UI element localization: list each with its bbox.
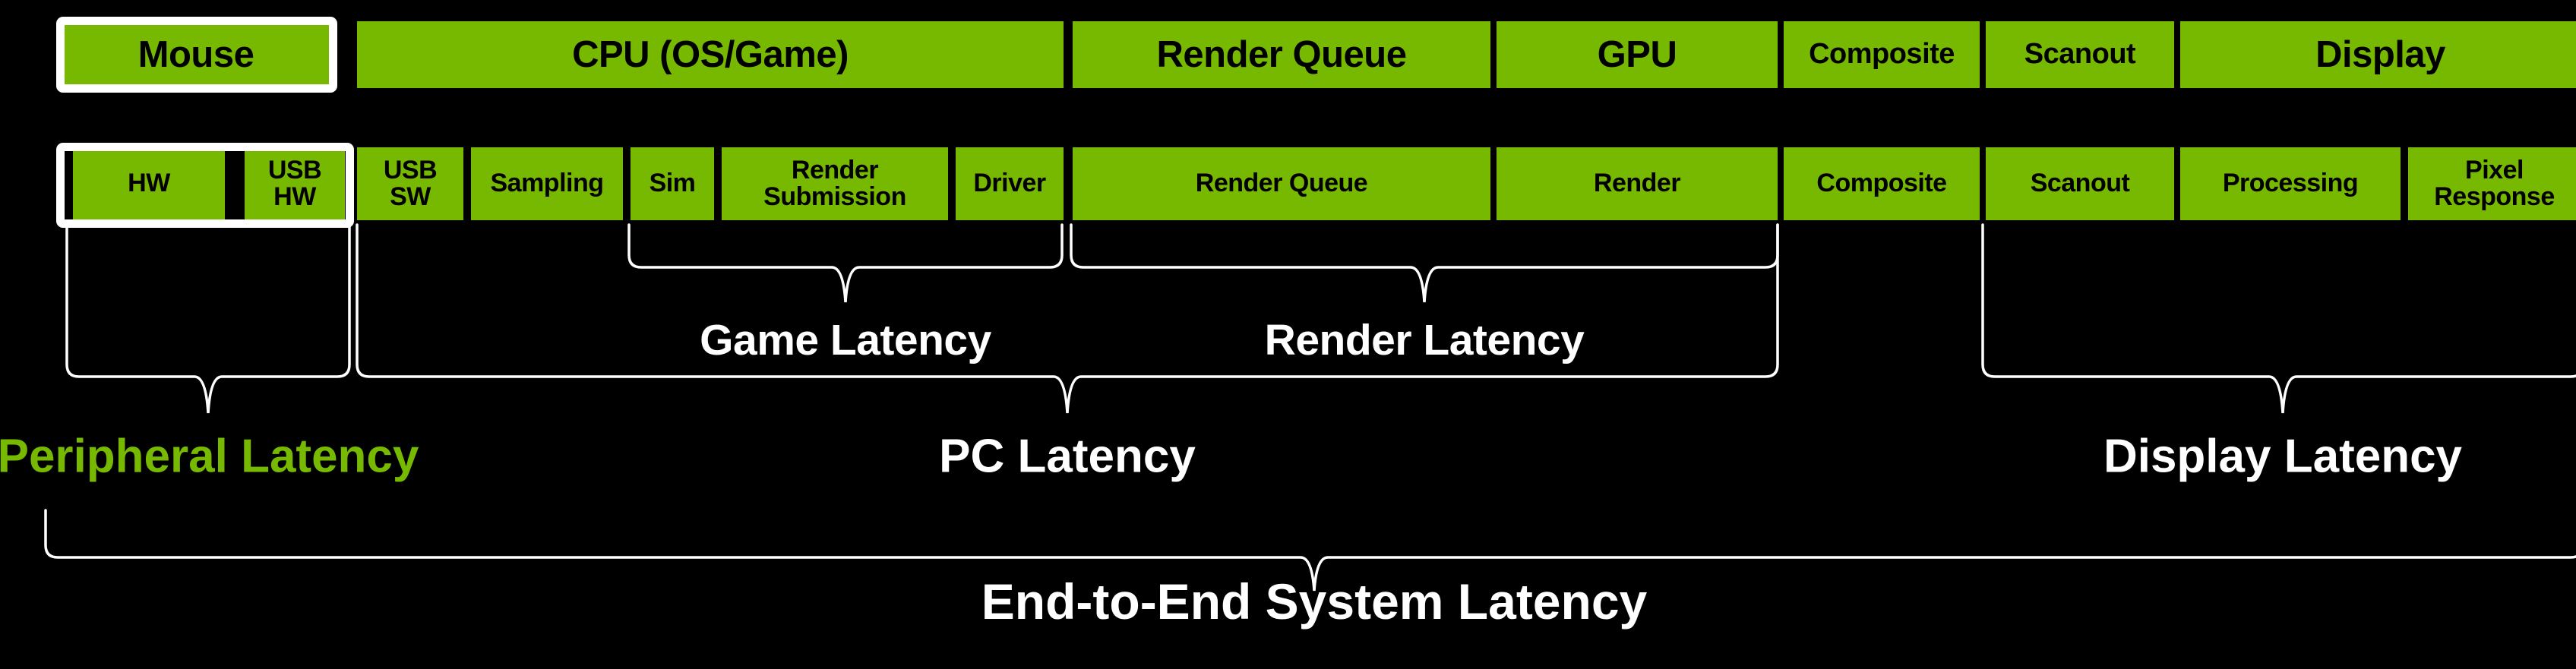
row2-sim: Sim (631, 147, 714, 220)
row1-composite: Composite (1784, 21, 1980, 88)
row2-hw: HW (73, 147, 225, 220)
stage-label: Sim (649, 169, 696, 198)
row2-render-queue: Render Queue (1073, 147, 1490, 220)
stage-label: Sampling (490, 169, 604, 198)
row2-render: Render (1497, 147, 1778, 220)
label-game-latency: Game Latency (700, 316, 991, 364)
stage-label: Render Submission (763, 155, 906, 211)
stage-label: GPU (1597, 33, 1677, 75)
stage-label: Render (1593, 169, 1681, 198)
row2-render-submission: Render Submission (722, 147, 948, 220)
stage-label: Mouse (137, 33, 254, 75)
label-peripheral-latency: Peripheral Latency (0, 430, 419, 483)
row1-scanout: Scanout (1986, 21, 2174, 88)
row2-processing: Processing (2180, 147, 2401, 220)
label-display-latency: Display Latency (2103, 430, 2463, 483)
latency-pipeline-diagram: Mouse CPU (OS/Game) Render Queue GPU Composi… (0, 0, 2576, 669)
stage-label: Render Queue (1156, 33, 1407, 75)
stage-label: CPU (OS/Game) (572, 33, 849, 75)
row1-mouse: Mouse (61, 21, 331, 88)
row2-sampling: Sampling (471, 147, 623, 220)
row1-render-queue: Render Queue (1073, 21, 1490, 88)
stage-label: Scanout (2030, 169, 2130, 198)
row1-gpu: GPU (1497, 21, 1778, 88)
label-pc-latency: PC Latency (939, 430, 1196, 483)
row2-usb-sw: USB SW (357, 147, 463, 220)
row2-usb-hw: USB HW (245, 147, 345, 220)
stage-label: Render Queue (1195, 169, 1368, 198)
stage-label: Processing (2222, 169, 2359, 198)
stage-label: USB SW (383, 155, 438, 211)
row1-cpu-os-game: CPU (OS/Game) (357, 21, 1064, 88)
stage-label: Composite (1816, 169, 1947, 198)
row2-composite: Composite (1784, 147, 1980, 220)
label-end-to-end-system-latency: End-to-End System Latency (981, 573, 1648, 630)
stage-label: Scanout (2024, 38, 2136, 71)
stage-label: Driver (973, 169, 1046, 198)
stage-label: Composite (1809, 38, 1955, 71)
stage-label: Display (2315, 33, 2445, 75)
row2-pixel-response: Pixel Response (2408, 147, 2576, 220)
stage-label: HW (128, 169, 170, 198)
row2-scanout: Scanout (1986, 147, 2174, 220)
bracket-peripheral-latency (52, 223, 365, 419)
label-render-latency: Render Latency (1264, 316, 1585, 364)
stage-label: Pixel Response (2434, 155, 2555, 211)
bracket-display-latency (1968, 223, 2576, 419)
stage-label: USB HW (267, 155, 322, 211)
row2-driver: Driver (956, 147, 1064, 220)
row1-display: Display (2180, 21, 2576, 88)
